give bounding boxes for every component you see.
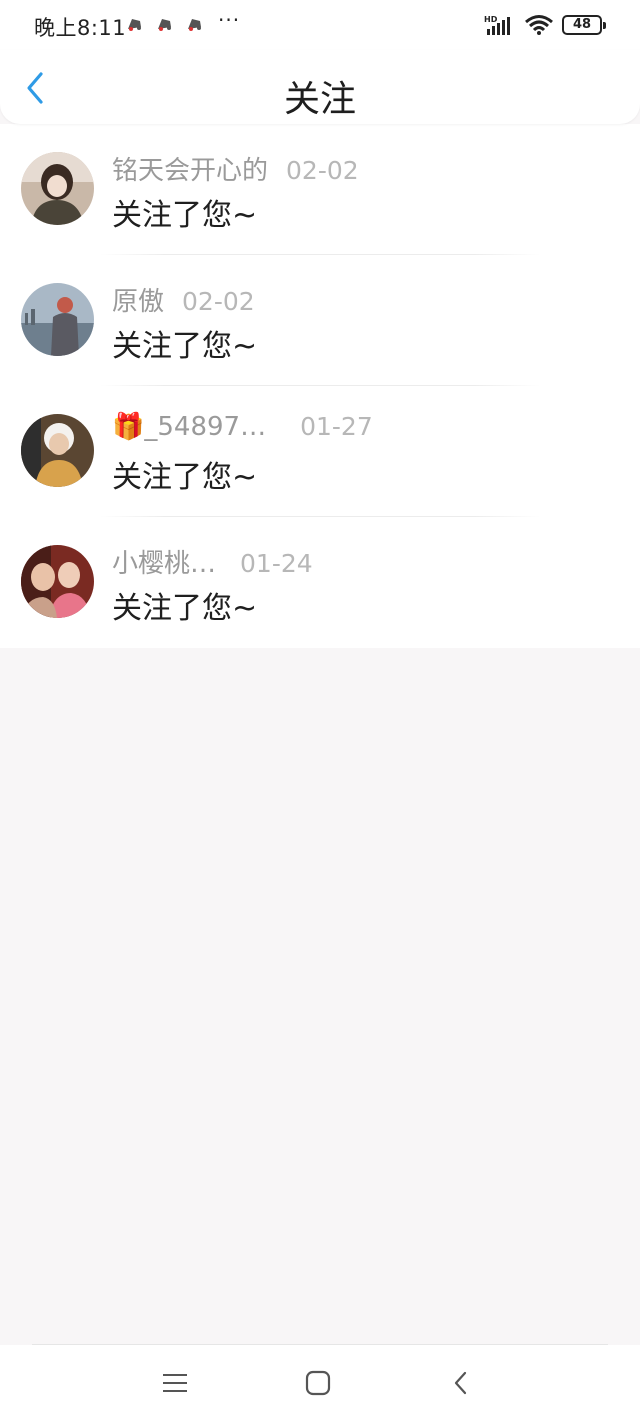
page-title: 关注 [283, 79, 356, 120]
list-item[interactable]: 小樱桃… 01-24 关注了您~ [0, 517, 640, 648]
follow-date: 02-02 [182, 287, 255, 316]
app-notification-icon [158, 19, 171, 31]
list-item[interactable]: 原傲 02-02 关注了您~ [0, 255, 640, 386]
status-time: 晚上8:11 [34, 16, 127, 40]
follow-message: 关注了您~ [112, 329, 258, 364]
list-item[interactable]: 铭天会开心的 02-02 关注了您~ [0, 124, 640, 255]
follow-notification-list: 铭天会开心的 02-02 关注了您~ 原傲 02-02 关注了您~ 🎁 _548… [0, 124, 640, 648]
follow-date: 01-24 [240, 549, 313, 578]
follow-date: 02-02 [286, 156, 359, 185]
back-icon [454, 1371, 467, 1395]
system-back-button[interactable] [443, 1367, 479, 1399]
app-notification-icon [188, 19, 201, 31]
status-bar: 晚上8:11 ··· HD 48 [0, 0, 640, 50]
home-button[interactable] [300, 1367, 336, 1399]
system-icons: HD 48 [484, 14, 606, 36]
menu-button[interactable] [157, 1367, 193, 1399]
user-name[interactable]: 原傲 [112, 281, 164, 318]
name-line: 原傲 02-02 [112, 281, 255, 318]
gift-emoji-icon: 🎁 [112, 412, 145, 442]
notification-icons [126, 16, 204, 32]
follow-date: 01-27 [300, 412, 373, 441]
avatar-icon[interactable] [21, 283, 94, 356]
menu-icon [163, 1374, 187, 1392]
app-notification-icon [128, 19, 141, 31]
avatar-icon[interactable] [21, 152, 94, 225]
follow-message: 关注了您~ [112, 591, 258, 626]
network-label: HD [484, 15, 498, 24]
avatar-icon[interactable] [21, 545, 94, 618]
system-nav-bar [0, 1345, 640, 1422]
header: 关注 [0, 50, 640, 124]
user-name[interactable]: 小樱桃… [112, 543, 216, 580]
more-notifications-icon: ··· [218, 8, 241, 32]
home-square-icon [305, 1370, 331, 1396]
battery-indicator: 48 [562, 15, 606, 35]
name-line: 🎁 _54897… 01-27 [112, 412, 373, 442]
follow-message: 关注了您~ [112, 460, 258, 495]
user-name[interactable]: _54897… [144, 412, 266, 442]
list-item[interactable]: 🎁 _54897… 01-27 关注了您~ [0, 386, 640, 517]
signal-icon: HD [484, 15, 510, 35]
avatar-icon[interactable] [21, 414, 94, 487]
follow-message: 关注了您~ [112, 198, 258, 233]
wifi-icon [525, 15, 553, 35]
name-line: 小樱桃… 01-24 [112, 543, 313, 580]
name-line: 铭天会开心的 02-02 [112, 150, 359, 187]
user-name[interactable]: 铭天会开心的 [112, 150, 268, 187]
